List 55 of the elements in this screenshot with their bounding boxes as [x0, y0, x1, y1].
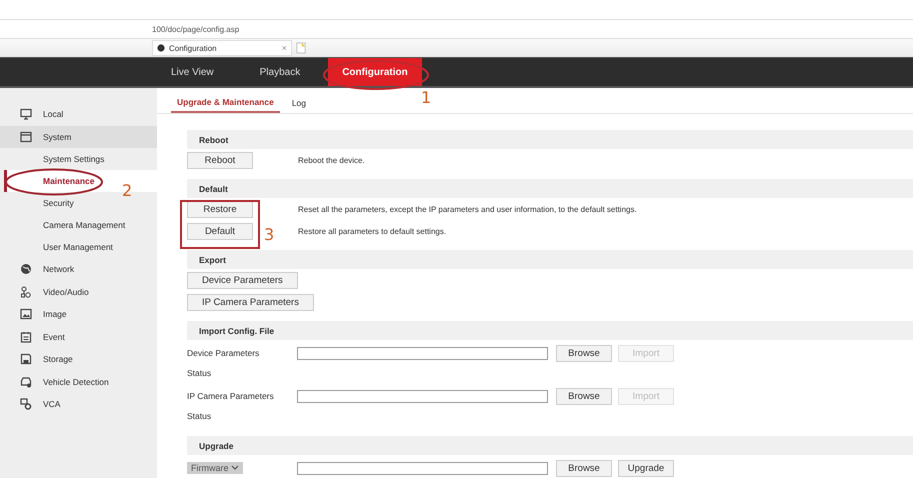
tab-title: Configuration: [169, 44, 218, 52]
step-number: 1: [421, 88, 432, 107]
sidebar-item[interactable]: Event: [0, 326, 157, 348]
action-button[interactable]: Restore: [187, 201, 253, 218]
section-header: Upgrade: [187, 436, 913, 455]
status-label: Status: [187, 410, 212, 420]
nav-tab[interactable]: Live View: [157, 58, 228, 86]
description-text: Restore all parameters to default settings.: [298, 227, 446, 236]
file-path-field[interactable]: [297, 390, 548, 402]
action-button[interactable]: Reboot: [187, 152, 253, 169]
sidebar-item[interactable]: Image: [0, 303, 157, 326]
page-tab[interactable]: Log: [286, 93, 312, 113]
file-path-field[interactable]: [297, 346, 548, 360]
nav-tab[interactable]: Playback: [246, 58, 314, 86]
nav-tab[interactable]: Configuration: [328, 58, 422, 86]
sidebar-item[interactable]: VCA: [0, 393, 157, 416]
new-tab-icon[interactable]: [296, 42, 306, 54]
field-label: IP Camera Parameters: [187, 391, 275, 401]
video-audio-icon: [20, 286, 32, 298]
address-bar[interactable]: 100/doc/page/config.asp: [152, 24, 240, 34]
page-tab[interactable]: Upgrade & Maintenance: [171, 93, 280, 113]
caret-icon: [231, 465, 239, 471]
upgrade-button[interactable]: Upgrade: [618, 460, 674, 476]
monitor-icon: [20, 108, 32, 120]
export-button[interactable]: Device Parameters: [187, 272, 298, 289]
sidebar-item[interactable]: Vehicle Detection: [0, 370, 157, 393]
sidebar-item[interactable]: System: [0, 126, 157, 148]
file-path-field[interactable]: [297, 462, 548, 474]
sidebar-item[interactable]: Video/Audio: [0, 280, 157, 303]
status-label: Status: [187, 368, 212, 378]
browser-tab[interactable]: Configuration ×: [152, 40, 292, 56]
description-text: Reset all the parameters, except the IP parameters and user information, to the default settings.: [298, 205, 637, 214]
sidebar-item[interactable]: Storage: [0, 348, 157, 370]
section-header: Reboot: [187, 130, 913, 149]
sidebar-subitem[interactable]: System Settings: [0, 148, 157, 170]
sidebar-item[interactable]: Local: [0, 103, 157, 126]
field-label: Device Parameters: [187, 348, 260, 358]
description-text: Reboot the device.: [298, 156, 365, 165]
sidebar-subitem[interactable]: Camera Management: [0, 214, 157, 236]
type-dropdown[interactable]: Firmware: [187, 462, 243, 474]
browse-button[interactable]: Browse: [556, 460, 612, 476]
export-button[interactable]: IP Camera Parameters: [187, 294, 314, 311]
step-number: 3: [264, 225, 274, 244]
section-header: Default: [187, 179, 913, 198]
sidebar-subitem[interactable]: User Management: [0, 236, 157, 258]
sidebar-item[interactable]: Network: [0, 258, 157, 280]
globe-icon: [20, 263, 32, 276]
section-header: Import Config. File: [187, 321, 913, 340]
page-icon: [157, 44, 165, 52]
image-icon: [20, 308, 32, 320]
calendar-icon: [20, 330, 32, 343]
action-button[interactable]: Default: [187, 223, 253, 240]
car-icon: [20, 376, 32, 388]
window-icon: [20, 130, 32, 143]
section-header: Export: [187, 250, 913, 269]
